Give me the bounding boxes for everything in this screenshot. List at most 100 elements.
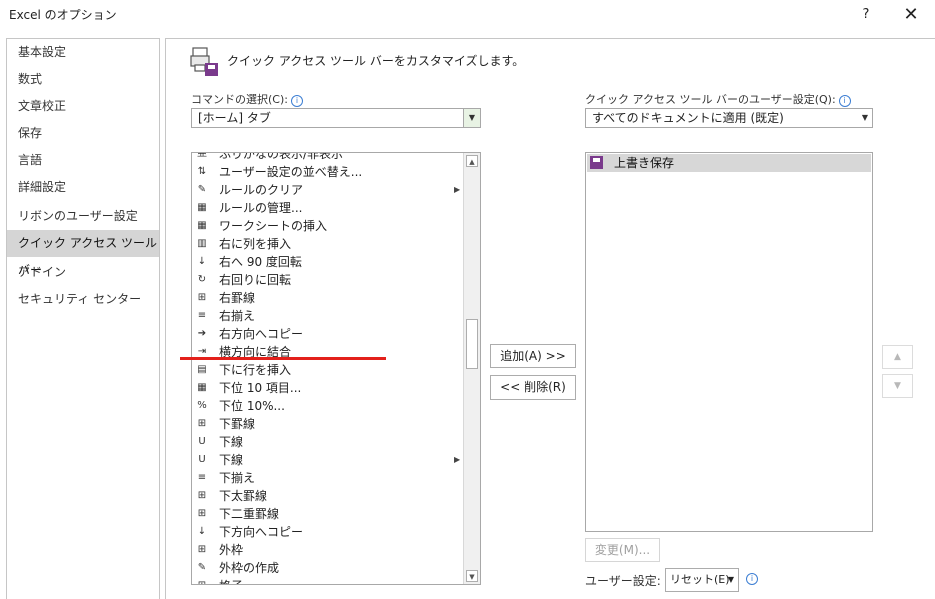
command-icon: ⇅ [197,166,207,177]
command-list-item[interactable]: ➔ 右方向へコピー [192,325,465,343]
command-icon: ↻ [197,274,207,285]
title-bar: Excel のオプション ? ✕ [0,0,935,30]
command-list-item[interactable]: ≡ 右揃え [192,307,465,325]
list-item[interactable]: 上書き保存 [587,154,871,172]
commands-list-items: 亜 ふりがなの表示/非表示 ⇅ ユーザー設定の並べ替え... ✎ ルールのクリア ▶ ▦ ルール… [192,152,465,584]
command-label: 右へ 90 度回転 [219,255,302,269]
chevron-down-icon[interactable]: ▼ [728,569,734,591]
sidebar-item-language[interactable]: 言語 [7,147,159,174]
command-label: 下位 10%... [219,399,285,413]
command-label: 右回りに回転 [219,273,292,287]
command-label: 格子 [219,577,243,584]
command-label: 下に行を挿入 [219,363,292,377]
command-label: 下罫線 [219,417,256,431]
options-sidebar: 基本設定 数式 文章校正 保存 言語 詳細設定 リボンのユーザー設定 クイック … [6,38,160,599]
command-icon: ⊞ [197,544,207,555]
commands-label-text: コマンドの選択(C): [191,93,288,106]
command-icon: ➔ [197,328,207,339]
command-label: 下太罫線 [219,489,268,503]
command-icon: ▥ [197,238,207,249]
command-list-item[interactable]: ▦ ルールの管理... [192,199,465,217]
command-label: ワークシートの挿入 [219,219,328,233]
command-list-item[interactable]: ▦ 下位 10 項目... [192,379,465,397]
command-icon: ↓ [197,526,207,537]
command-list-item[interactable]: ⊞ 右罫線 [192,289,465,307]
move-up-button[interactable]: ▲ [882,345,913,369]
command-list-item[interactable]: % 下位 10%... [192,397,465,415]
qat-scope-select[interactable]: すべてのドキュメントに適用 (既定) ▼ [585,108,873,128]
command-list-item[interactable]: ⊞ 下罫線 [192,415,465,433]
custom-label: ユーザー設定: [585,574,661,588]
info-icon[interactable]: i [838,95,851,107]
command-list-item[interactable]: ↓ 右へ 90 度回転 [192,253,465,271]
commands-scrollbar[interactable]: ▲ ▼ [463,153,480,584]
submenu-arrow-icon[interactable]: ▶ [454,181,460,199]
chevron-down-icon[interactable]: ▼ [862,109,868,127]
sidebar-item-quick-access-toolbar[interactable]: クイック アクセス ツール バー [7,230,159,277]
command-list-item[interactable]: ⊞ 外枠 [192,541,465,559]
window-title: Excel のオプション [9,8,117,22]
qat-list[interactable]: 上書き保存 [585,152,873,532]
command-list-item[interactable]: ⊞ 下二重罫線 [192,505,465,523]
submenu-arrow-icon[interactable]: ▶ [454,451,460,469]
command-list-item[interactable]: ✎ ルールのクリア ▶ [192,181,465,199]
command-icon: ▦ [197,202,207,213]
qat-label: クイック アクセス ツール バーのユーザー設定(Q): i [585,91,851,107]
command-icon: ✎ [197,562,207,573]
command-list-item[interactable]: ▥ 右に列を挿入 [192,235,465,253]
command-label: 外枠の作成 [219,561,280,575]
scroll-thumb[interactable] [466,319,478,369]
command-list-item[interactable]: U 下線 [192,433,465,451]
commands-source-value: [ホーム] タブ [198,111,271,125]
commands-source-select[interactable]: [ホーム] タブ ▼ [191,108,481,128]
command-list-item[interactable]: U 下線 ▶ [192,451,465,469]
command-list-item[interactable]: ↓ 下方向へコピー [192,523,465,541]
help-button[interactable]: ? [852,3,880,27]
qat-scope-value: すべてのドキュメントに適用 (既定) [592,111,784,125]
command-label: 右揃え [219,309,256,323]
command-icon: % [197,400,207,411]
sidebar-item-proofing[interactable]: 文章校正 [7,93,159,120]
move-down-button[interactable]: ▼ [882,374,913,398]
scroll-up-arrow-icon[interactable]: ▲ [466,155,478,167]
qat-label-text: クイック アクセス ツール バーのユーザー設定(Q): [585,93,836,106]
command-list-item[interactable]: ⊞ 格子 [192,577,465,584]
command-list-item[interactable]: ⇅ ユーザー設定の並べ替え... [192,163,465,181]
sidebar-item-addins[interactable]: アドイン [7,259,159,286]
remove-button[interactable]: << 削除(R) [490,375,576,400]
sidebar-item-advanced[interactable]: 詳細設定 [7,174,159,201]
sidebar-item-general[interactable]: 基本設定 [7,39,159,66]
command-icon: 亜 [197,152,207,159]
sidebar-item-formulas[interactable]: 数式 [7,66,159,93]
sidebar-item-customize-ribbon[interactable]: リボンのユーザー設定 [7,203,159,230]
command-list-item[interactable]: ▤ 下に行を挿入 [192,361,465,379]
list-item-label: 上書き保存 [614,156,675,170]
command-label: ルールの管理... [219,201,303,215]
command-list-item[interactable]: 亜 ふりがなの表示/非表示 [192,152,465,163]
chevron-down-icon[interactable]: ▼ [463,109,480,127]
command-list-item[interactable]: ▦ ワークシートの挿入 [192,217,465,235]
scroll-down-arrow-icon[interactable]: ▼ [466,570,478,582]
command-list-item[interactable]: ≡ 下揃え [192,469,465,487]
command-list-item[interactable]: ✎ 外枠の作成 [192,559,465,577]
command-label: 右方向へコピー [219,327,304,341]
command-list-item[interactable]: ⊞ 下太罫線 [192,487,465,505]
reset-button[interactable]: リセット(E) ▼ [665,568,739,592]
add-button[interactable]: 追加(A) >> [490,344,576,368]
command-icon: ▦ [197,382,207,393]
customize-toolbar-icon [190,47,218,76]
info-icon[interactable]: i [290,95,303,107]
commands-label: コマンドの選択(C): i [191,91,303,107]
close-button[interactable]: ✕ [896,3,926,27]
modify-button[interactable]: 変更(M)... [585,538,660,562]
command-icon: ≡ [197,472,207,483]
command-list-item[interactable]: ↻ 右回りに回転 [192,271,465,289]
commands-list[interactable]: 亜 ふりがなの表示/非表示 ⇅ ユーザー設定の並べ替え... ✎ ルールのクリア ▶ ▦ ルール… [191,152,481,585]
sidebar-item-trust-center[interactable]: セキュリティ センター [7,286,159,313]
info-icon[interactable]: i [746,573,758,585]
command-icon: ⊞ [197,292,207,303]
sidebar-item-save[interactable]: 保存 [7,120,159,147]
command-icon: U [198,436,206,447]
command-icon: ⊞ [197,490,207,501]
command-label: ユーザー設定の並べ替え... [219,165,363,179]
